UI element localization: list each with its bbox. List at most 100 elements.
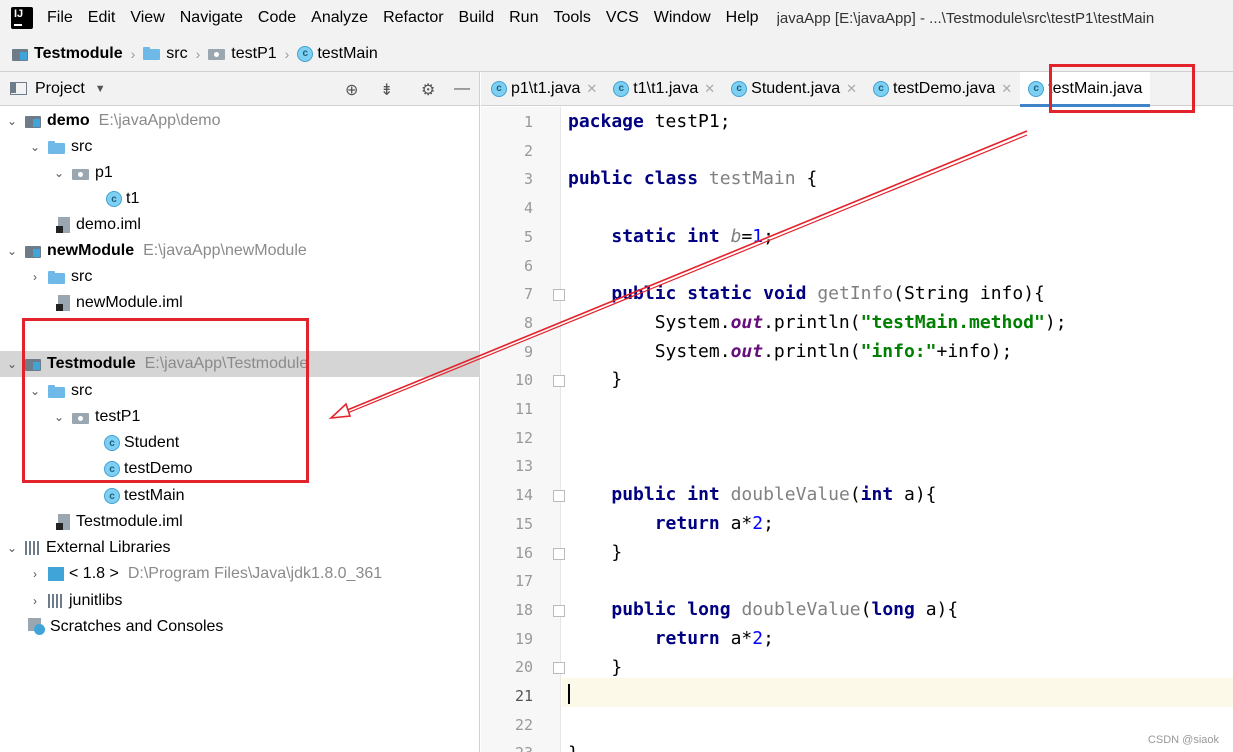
line-number: 4 [523, 199, 533, 218]
runnable-class-icon: c [491, 80, 507, 97]
dropdown-arrow-icon[interactable]: ▼ [95, 83, 106, 95]
line-number-gutter: 1234567891011121314151617181920212223 [481, 107, 565, 752]
menu-view[interactable]: View [130, 9, 164, 27]
close-icon[interactable]: ✕ [1001, 81, 1012, 97]
breadcrumb-separator-icon: › [130, 45, 136, 62]
library-icon [48, 594, 64, 608]
tree-item-iml[interactable]: demo.iml [0, 212, 480, 238]
fold-marker-icon[interactable] [553, 547, 565, 560]
expanded-arrow-icon[interactable]: ⌄ [52, 166, 66, 180]
fold-marker-icon[interactable] [553, 604, 565, 617]
menu-edit[interactable]: Edit [88, 9, 116, 27]
line-number: 16 [514, 543, 533, 562]
menu-navigate[interactable]: Navigate [180, 9, 243, 27]
menu-window[interactable]: Window [654, 9, 711, 27]
breadcrumb-item-module[interactable]: Testmodule [12, 45, 123, 63]
tree-item-iml[interactable]: Testmodule.iml [0, 509, 480, 535]
expanded-arrow-icon[interactable]: ⌄ [5, 114, 19, 128]
breadcrumb-separator-icon: › [195, 45, 201, 62]
expanded-arrow-icon[interactable]: ⌄ [5, 357, 19, 371]
hide-panel-icon[interactable]: — [454, 80, 470, 98]
collapsed-arrow-icon[interactable]: › [28, 567, 42, 581]
close-icon[interactable]: ✕ [586, 81, 597, 97]
menu-refactor[interactable]: Refactor [383, 9, 443, 27]
expanded-arrow-icon[interactable]: ⌄ [5, 541, 19, 555]
menu-bar: IJ File Edit View Navigate Code Analyze … [0, 0, 1233, 36]
intellij-logo-icon: IJ [9, 5, 35, 31]
class-icon: c [104, 488, 120, 504]
line-number: 17 [514, 572, 533, 591]
menu-tools[interactable]: Tools [553, 9, 590, 27]
project-panel-title[interactable]: Project [35, 80, 85, 98]
line-number: 3 [523, 170, 533, 189]
line-number: 18 [514, 600, 533, 619]
breadcrumb-item-package[interactable]: testP1 [208, 45, 277, 63]
folder-icon [48, 140, 65, 154]
tree-item-iml[interactable]: newModule.iml [0, 290, 480, 316]
tab-t1-t1[interactable]: c t1\t1.java ✕ [605, 72, 723, 106]
gear-icon[interactable]: ⚙ [421, 80, 435, 100]
tree-item-scratches[interactable]: Scratches and Consoles [0, 614, 480, 640]
breadcrumb-separator-icon: › [284, 45, 290, 62]
tree-item-class[interactable]: c testMain [0, 483, 480, 509]
menu-build[interactable]: Build [459, 9, 495, 27]
collapsed-arrow-icon[interactable]: › [28, 270, 42, 284]
fold-marker-icon[interactable] [553, 490, 565, 503]
line-number: 21 [514, 687, 533, 705]
class-icon: c [873, 80, 889, 97]
module-icon [25, 244, 41, 258]
menu-vcs[interactable]: VCS [606, 9, 639, 27]
runnable-class-icon: c [106, 191, 122, 207]
fold-marker-icon[interactable] [553, 375, 565, 388]
text-caret [568, 684, 570, 704]
tree-item-class[interactable]: c t1 [0, 186, 480, 212]
line-number: 14 [514, 486, 533, 505]
close-icon[interactable]: ✕ [846, 81, 857, 97]
window-title: javaApp [E:\javaApp] - ...\Testmodule\sr… [776, 9, 1155, 27]
breadcrumb-item-src[interactable]: src [143, 45, 188, 63]
code-line-9: System.out.println("info:"+info); [654, 341, 1013, 362]
line-number: 7 [523, 285, 533, 304]
line-number: 1 [523, 113, 533, 131]
highlight-box-package-tree [22, 318, 309, 483]
collapsed-arrow-icon[interactable]: › [28, 594, 42, 608]
scratches-icon [28, 618, 46, 636]
menu-run[interactable]: Run [509, 9, 538, 27]
code-line-20: } [611, 657, 623, 678]
fold-marker-icon[interactable] [553, 662, 565, 675]
iml-file-icon [56, 295, 72, 311]
collapse-all-icon[interactable]: ⇟ [380, 80, 393, 100]
tree-item-external-libraries[interactable]: ⌄ External Libraries [0, 535, 480, 561]
locate-file-icon[interactable]: ⊕ [345, 80, 358, 100]
menu-help[interactable]: Help [726, 9, 759, 27]
tree-item-src[interactable]: ⌄ src [0, 134, 480, 160]
line-number: 8 [523, 313, 533, 332]
expanded-arrow-icon[interactable]: ⌄ [5, 244, 19, 258]
tree-item-newmodule[interactable]: ⌄ newModule E:\javaApp\newModule [0, 238, 480, 264]
module-icon [25, 114, 41, 128]
menu-file[interactable]: File [47, 9, 73, 27]
ide-window: IJ File Edit View Navigate Code Analyze … [0, 0, 1233, 752]
tree-item-src[interactable]: › src [0, 264, 480, 290]
tab-testdemo[interactable]: c testDemo.java ✕ [865, 72, 1020, 106]
expanded-arrow-icon[interactable]: ⌄ [28, 140, 42, 154]
menu-analyze[interactable]: Analyze [311, 9, 368, 27]
breadcrumb-item-class[interactable]: c testMain [297, 45, 378, 63]
close-icon[interactable]: ✕ [704, 81, 715, 97]
line-number: 9 [523, 342, 533, 361]
class-icon: c [1028, 80, 1045, 97]
tree-item-demo[interactable]: ⌄ demo E:\javaApp\demo [0, 108, 480, 134]
tree-item-jdk[interactable]: › < 1.8 > D:\Program Files\Java\jdk1.8.0_3… [0, 561, 480, 587]
menu-code[interactable]: Code [258, 9, 296, 27]
tree-item-package[interactable]: ⌄ p1 [0, 160, 480, 186]
folder-icon [143, 47, 161, 60]
tree-item-junitlibs[interactable]: › junitlibs [0, 588, 480, 614]
watermark: CSDN @siaok [1147, 734, 1219, 746]
class-icon: c [297, 45, 314, 62]
line-number: 13 [514, 457, 533, 476]
tab-p1-t1[interactable]: c p1\t1.java ✕ [481, 72, 605, 106]
fold-marker-icon[interactable] [553, 289, 565, 302]
line-number: 22 [514, 715, 533, 734]
code-area[interactable]: package testP1; public class testMain { … [568, 107, 1233, 752]
tab-student[interactable]: c Student.java ✕ [723, 72, 865, 106]
